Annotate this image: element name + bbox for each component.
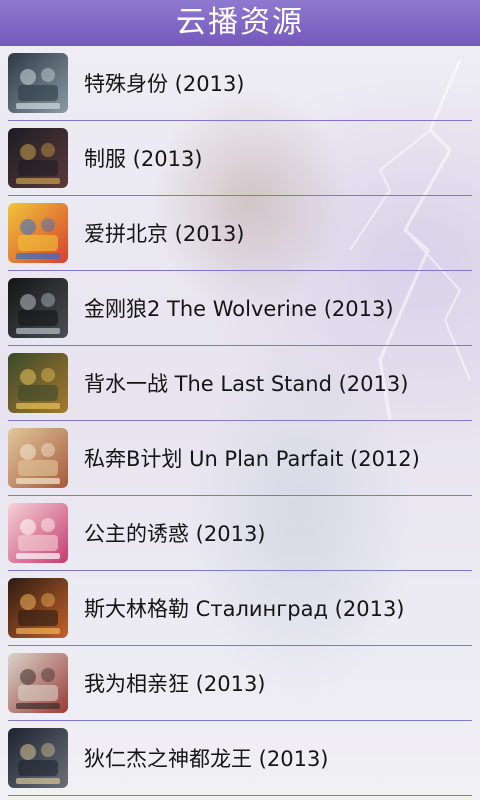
movie-title: 斯大林格勒 Сталинград (2013) [84,597,405,621]
poster-thumbnail [8,353,68,413]
movie-title: 金刚狼2 The Wolverine (2013) [84,297,394,321]
poster-thumbnail [8,728,68,788]
poster-thumbnail [8,653,68,713]
poster-thumbnail [8,278,68,338]
list-item[interactable]: 私奔B计划 Un Plan Parfait (2012) [8,421,472,496]
poster-thumbnail [8,53,68,113]
movie-list: 特殊身份 (2013) 制服 (2013) 爱拼北京 (2013) 金刚狼2 The … [0,46,480,796]
movie-title: 制服 (2013) [84,147,203,171]
poster-thumbnail [8,203,68,263]
movie-title: 爱拼北京 (2013) [84,222,245,246]
page-title: 云播资源 [176,5,304,40]
list-item[interactable]: 斯大林格勒 Сталинград (2013) [8,571,472,646]
list-item[interactable]: 公主的诱惑 (2013) [8,496,472,571]
list-item[interactable]: 爱拼北京 (2013) [8,196,472,271]
movie-title: 我为相亲狂 (2013) [84,672,266,696]
app-header: 云播资源 [0,0,480,46]
list-item[interactable]: 我为相亲狂 (2013) [8,646,472,721]
list-item[interactable]: 背水一战 The Last Stand (2013) [8,346,472,421]
poster-thumbnail [8,428,68,488]
list-item[interactable]: 特殊身份 (2013) [8,46,472,121]
movie-title: 私奔B计划 Un Plan Parfait (2012) [84,447,420,471]
poster-thumbnail [8,128,68,188]
list-item[interactable]: 制服 (2013) [8,121,472,196]
movie-title: 特殊身份 (2013) [84,72,245,96]
movie-title: 狄仁杰之神都龙王 (2013) [84,747,329,771]
movie-title: 背水一战 The Last Stand (2013) [84,372,409,396]
poster-thumbnail [8,578,68,638]
movie-title: 公主的诱惑 (2013) [84,522,266,546]
poster-thumbnail [8,503,68,563]
list-item[interactable]: 金刚狼2 The Wolverine (2013) [8,271,472,346]
list-item[interactable]: 狄仁杰之神都龙王 (2013) [8,721,472,796]
